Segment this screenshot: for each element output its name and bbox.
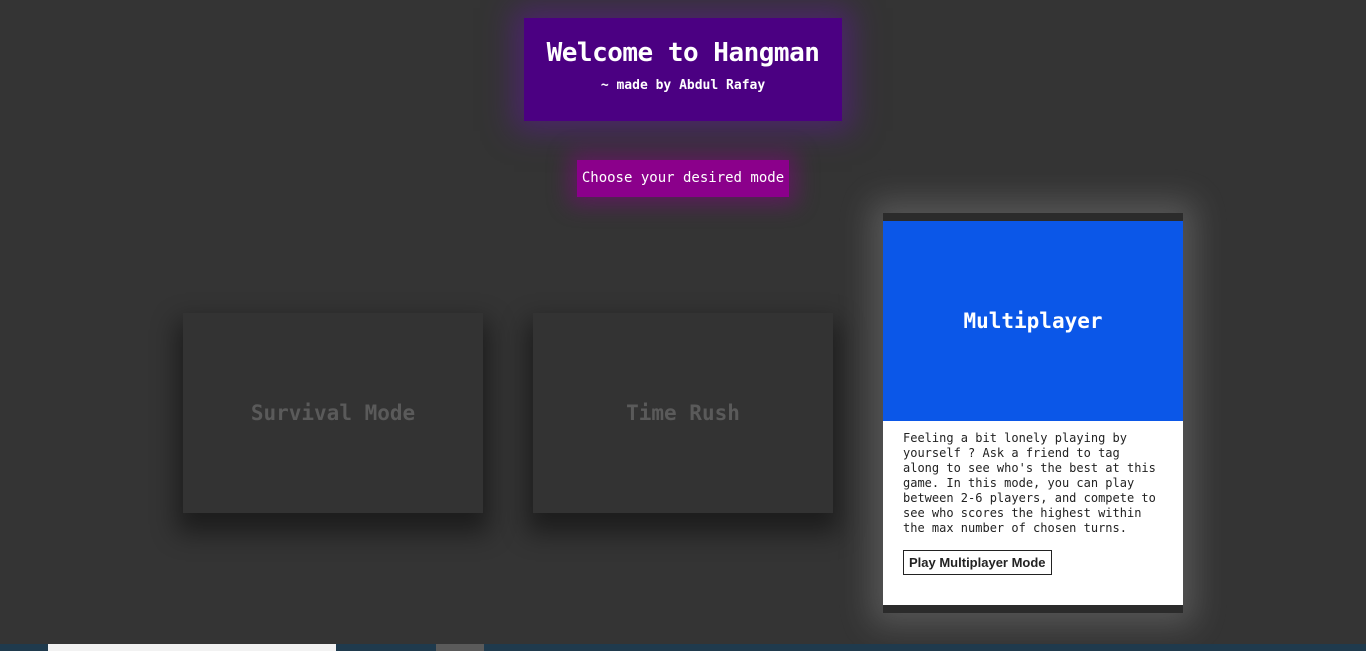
mode-prompt-label: Choose your desired mode bbox=[577, 160, 789, 197]
mode-card-title: Multiplayer bbox=[963, 309, 1103, 333]
hangman-page: Welcome to Hangman ~ made by Abdul Rafay… bbox=[0, 0, 1366, 651]
mode-card-description: Feeling a bit lonely playing by yourself… bbox=[903, 431, 1156, 535]
page-subtitle: ~ made by Abdul Rafay bbox=[600, 78, 766, 93]
taskbar bbox=[0, 644, 1366, 651]
mode-card-title: Survival Mode bbox=[250, 401, 416, 425]
mode-card-title: Time Rush bbox=[626, 401, 740, 425]
mode-card-banner: Multiplayer bbox=[883, 221, 1183, 421]
page-title: Welcome to Hangman bbox=[546, 38, 820, 68]
welcome-header: Welcome to Hangman ~ made by Abdul Rafay bbox=[524, 18, 842, 121]
play-multiplayer-button[interactable]: Play Multiplayer Mode bbox=[903, 550, 1052, 575]
mode-card-multiplayer[interactable]: Multiplayer Feeling a bit lonely playing… bbox=[883, 213, 1183, 613]
mode-card-survival[interactable]: Survival Mode bbox=[183, 313, 483, 513]
taskbar-thumbnail[interactable] bbox=[48, 644, 336, 651]
mode-card-time-rush[interactable]: Time Rush bbox=[533, 313, 833, 513]
taskbar-thumbnail[interactable] bbox=[436, 644, 484, 651]
